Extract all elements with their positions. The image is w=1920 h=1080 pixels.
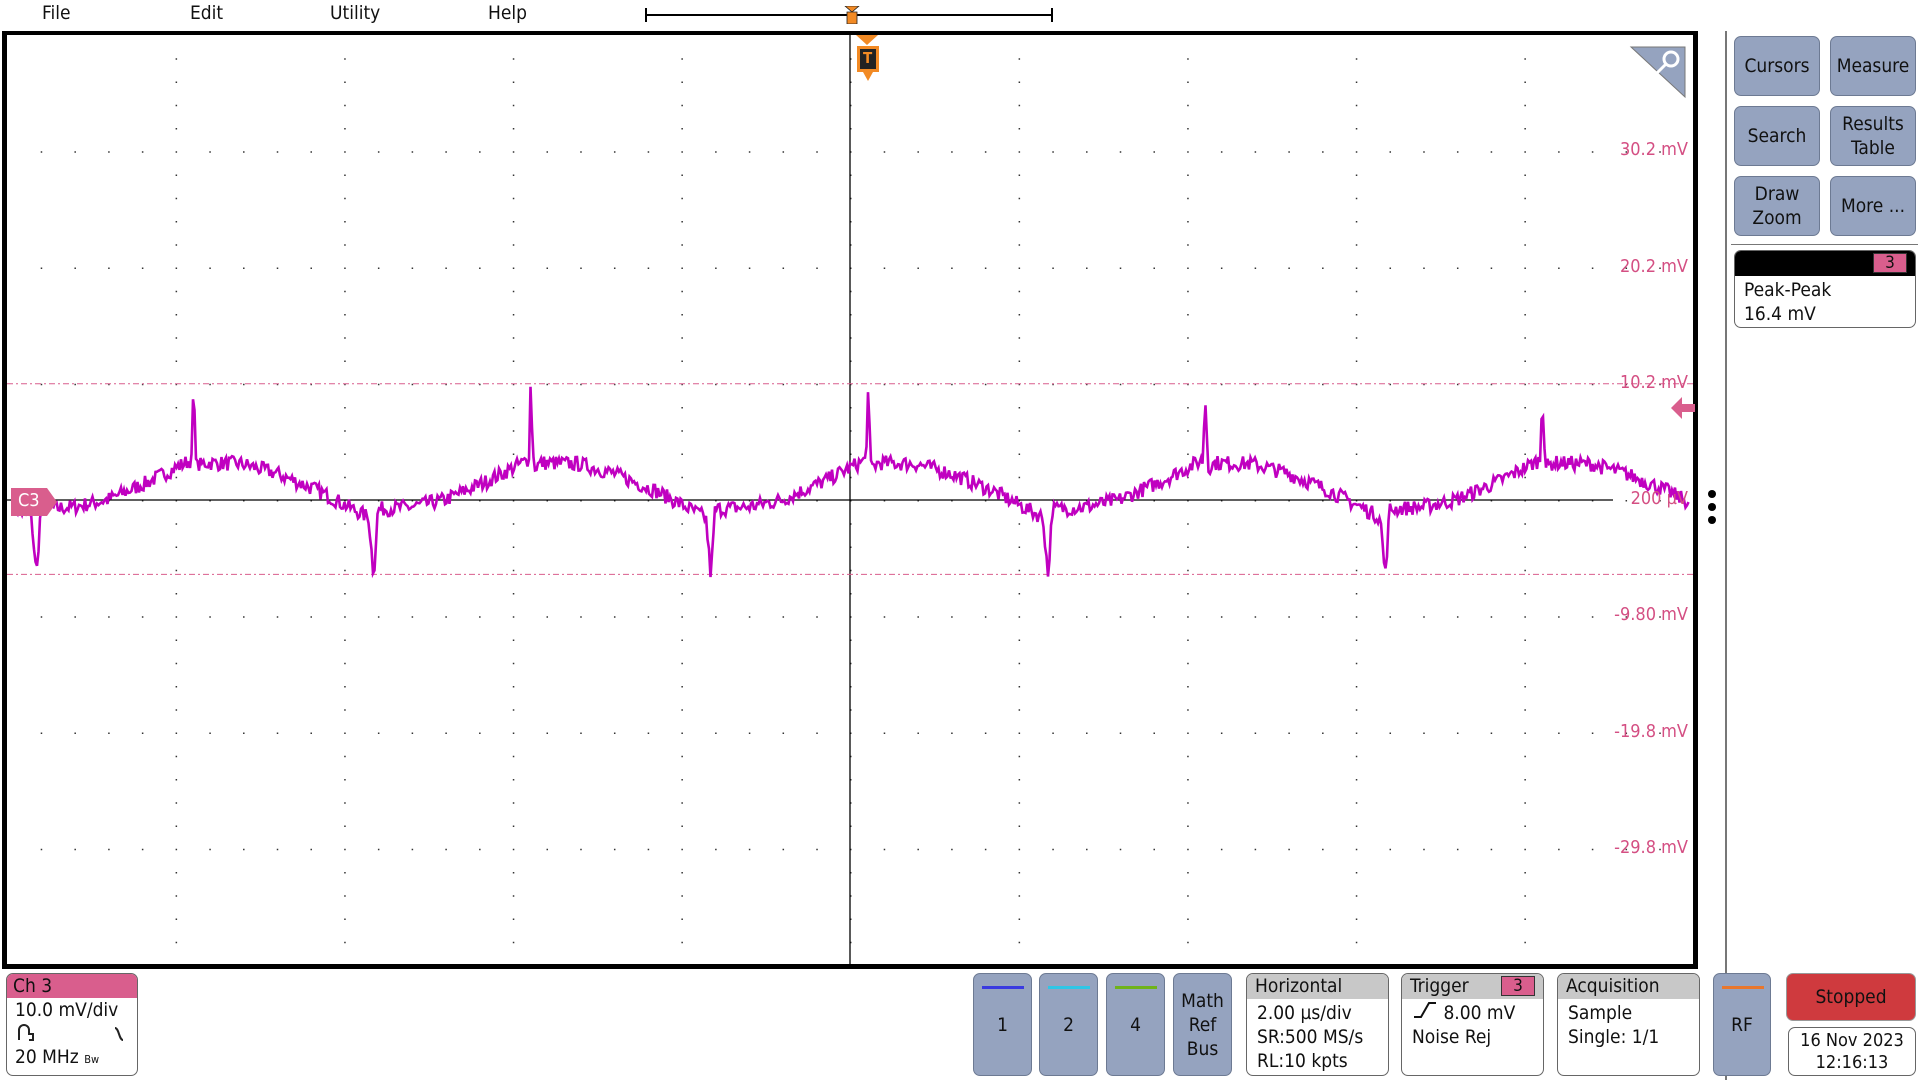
menu-help[interactable]: Help xyxy=(488,2,527,24)
channel3-trace xyxy=(11,386,1690,579)
channel3-scale: 10.0 mV/div xyxy=(15,999,119,1021)
sidebar-divider xyxy=(1731,244,1918,245)
acquisition-badge[interactable]: Acquisition Sample Single: 1/1 xyxy=(1557,973,1700,1076)
grid-dots xyxy=(40,58,1661,944)
horizontal-scale: 2.00 µs/div xyxy=(1257,1002,1352,1024)
record-length: RL:10 kpts xyxy=(1257,1050,1348,1072)
trigger-level: 8.00 mV xyxy=(1443,1002,1516,1024)
measure-button[interactable]: Measure xyxy=(1830,36,1916,96)
trigger-marker[interactable]: T xyxy=(854,35,882,83)
vertical-scale-label: 10.2 mV xyxy=(1619,371,1688,393)
rf-button[interactable]: RF xyxy=(1713,973,1771,1076)
probe-icon xyxy=(18,1024,34,1041)
channel3-bandwidth: 20 MHz xyxy=(15,1046,79,1068)
math-ref-bus-button[interactable]: Math Ref Bus xyxy=(1173,973,1232,1076)
measurement-name: Peak-Peak xyxy=(1744,279,1832,301)
right-sidebar: Cursors Measure Search Results Table Dra… xyxy=(1725,31,1920,1080)
vertical-scale-label: 30.2 mV xyxy=(1619,139,1688,161)
measurement-badge[interactable]: 3 Peak-Peak 16.4 mV xyxy=(1734,250,1916,328)
trigger-mode: Noise Rej xyxy=(1412,1026,1492,1048)
time: 12:16:13 xyxy=(1815,1052,1889,1073)
channel3-title: Ch 3 xyxy=(7,974,137,998)
acquisition-count: Single: 1/1 xyxy=(1568,1026,1660,1048)
vertical-scale-label: 200 µV xyxy=(1630,488,1688,509)
more-dots-icon[interactable] xyxy=(1706,488,1718,528)
trigger-source-badge: 3 xyxy=(1501,976,1535,996)
vertical-scale-label: 20.2 mV xyxy=(1619,255,1688,277)
sample-rate: SR:500 MS/s xyxy=(1257,1026,1364,1048)
channel3-marker-label: C3 xyxy=(18,490,40,511)
menu-file[interactable]: File xyxy=(42,2,70,24)
results-table-button[interactable]: Results Table xyxy=(1830,106,1916,166)
menu-utility[interactable]: Utility xyxy=(330,2,380,24)
rising-edge-icon xyxy=(1414,1002,1436,1018)
channel3-marker[interactable]: C3 xyxy=(11,488,57,516)
zoom-magnifier-icon[interactable] xyxy=(1629,45,1689,101)
vertical-scale-label: -29.8 mV xyxy=(1614,836,1688,858)
channel1-button[interactable]: 1 xyxy=(973,973,1032,1076)
vertical-scale-label: -19.8 mV xyxy=(1614,720,1688,742)
run-stop-button[interactable]: Stopped xyxy=(1786,973,1916,1021)
draw-zoom-button[interactable]: Draw Zoom xyxy=(1734,176,1820,236)
trigger-level-arrow-icon[interactable] xyxy=(1671,397,1695,419)
measurement-value: 16.4 mV xyxy=(1744,303,1816,325)
channel3-badge[interactable]: Ch 3 10.0 mV/div 20 MHz Bw xyxy=(6,973,138,1076)
trigger-badge[interactable]: Trigger 3 8.00 mV Noise Rej xyxy=(1401,973,1544,1076)
acquisition-title: Acquisition xyxy=(1558,974,1699,999)
trigger-marker-label: T xyxy=(863,49,873,67)
acquisition-mode: Sample xyxy=(1568,1002,1633,1024)
date-time[interactable]: 16 Nov 2023 12:16:13 xyxy=(1788,1027,1916,1076)
cursors-button[interactable]: Cursors xyxy=(1734,36,1820,96)
search-button[interactable]: Search xyxy=(1734,106,1820,166)
trigger-title: Trigger xyxy=(1410,975,1469,997)
waveform-plot xyxy=(7,35,1693,965)
vertical-scale-label: -9.80 mV xyxy=(1614,604,1688,626)
trigger-position-icon[interactable] xyxy=(844,6,860,24)
waveform-graticule[interactable]: C3 T xyxy=(2,31,1698,969)
channel2-button[interactable]: 2 xyxy=(1039,973,1098,1076)
bandwidth-limit-icon: Bw xyxy=(84,1053,100,1066)
horizontal-title: Horizontal xyxy=(1247,974,1388,999)
horizontal-badge[interactable]: Horizontal 2.00 µs/div SR:500 MS/s RL:10 k… xyxy=(1246,973,1389,1076)
more-button[interactable]: More ... xyxy=(1830,176,1916,236)
measurement-source-badge: 3 xyxy=(1873,253,1907,273)
ac-coupling-icon xyxy=(114,1027,124,1041)
channel4-button[interactable]: 4 xyxy=(1106,973,1165,1076)
date: 16 Nov 2023 xyxy=(1800,1030,1904,1051)
menu-edit[interactable]: Edit xyxy=(190,2,223,24)
record-timeline[interactable] xyxy=(644,6,1054,24)
